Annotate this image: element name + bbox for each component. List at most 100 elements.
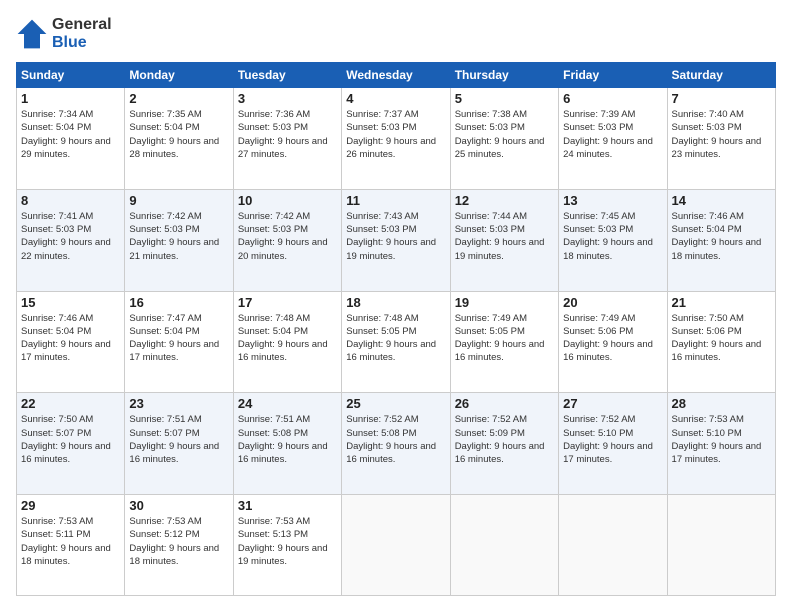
day-info: Sunrise: 7:49 AMSunset: 5:06 PMDaylight:… xyxy=(563,312,662,365)
day-info: Sunrise: 7:46 AMSunset: 5:04 PMDaylight:… xyxy=(21,312,120,365)
day-number: 22 xyxy=(21,396,120,411)
col-monday: Monday xyxy=(125,63,233,88)
table-cell: 28 Sunrise: 7:53 AMSunset: 5:10 PMDaylig… xyxy=(667,393,775,495)
calendar-table: Sunday Monday Tuesday Wednesday Thursday… xyxy=(16,62,776,596)
day-number: 18 xyxy=(346,295,445,310)
day-number: 2 xyxy=(129,91,228,106)
day-number: 17 xyxy=(238,295,337,310)
day-info: Sunrise: 7:36 AMSunset: 5:03 PMDaylight:… xyxy=(238,108,337,161)
day-info: Sunrise: 7:52 AMSunset: 5:09 PMDaylight:… xyxy=(455,413,554,466)
table-cell: 14 Sunrise: 7:46 AMSunset: 5:04 PMDaylig… xyxy=(667,189,775,291)
day-info: Sunrise: 7:53 AMSunset: 5:10 PMDaylight:… xyxy=(672,413,771,466)
day-info: Sunrise: 7:47 AMSunset: 5:04 PMDaylight:… xyxy=(129,312,228,365)
day-number: 14 xyxy=(672,193,771,208)
col-friday: Friday xyxy=(559,63,667,88)
table-cell: 2 Sunrise: 7:35 AMSunset: 5:04 PMDayligh… xyxy=(125,88,233,190)
day-number: 26 xyxy=(455,396,554,411)
table-cell: 29 Sunrise: 7:53 AMSunset: 5:11 PMDaylig… xyxy=(17,495,125,596)
day-info: Sunrise: 7:39 AMSunset: 5:03 PMDaylight:… xyxy=(563,108,662,161)
day-info: Sunrise: 7:53 AMSunset: 5:13 PMDaylight:… xyxy=(238,515,337,568)
col-wednesday: Wednesday xyxy=(342,63,450,88)
day-info: Sunrise: 7:51 AMSunset: 5:08 PMDaylight:… xyxy=(238,413,337,466)
day-info: Sunrise: 7:38 AMSunset: 5:03 PMDaylight:… xyxy=(455,108,554,161)
day-number: 6 xyxy=(563,91,662,106)
calendar-header-row: Sunday Monday Tuesday Wednesday Thursday… xyxy=(17,63,776,88)
logo: General Blue xyxy=(16,16,112,52)
day-number: 10 xyxy=(238,193,337,208)
day-number: 28 xyxy=(672,396,771,411)
table-cell: 10 Sunrise: 7:42 AMSunset: 5:03 PMDaylig… xyxy=(233,189,341,291)
table-cell: 17 Sunrise: 7:48 AMSunset: 5:04 PMDaylig… xyxy=(233,291,341,393)
day-info: Sunrise: 7:40 AMSunset: 5:03 PMDaylight:… xyxy=(672,108,771,161)
day-number: 4 xyxy=(346,91,445,106)
table-cell: 23 Sunrise: 7:51 AMSunset: 5:07 PMDaylig… xyxy=(125,393,233,495)
day-info: Sunrise: 7:41 AMSunset: 5:03 PMDaylight:… xyxy=(21,210,120,263)
day-info: Sunrise: 7:52 AMSunset: 5:10 PMDaylight:… xyxy=(563,413,662,466)
day-info: Sunrise: 7:34 AMSunset: 5:04 PMDaylight:… xyxy=(21,108,120,161)
logo-icon xyxy=(16,18,48,50)
day-info: Sunrise: 7:53 AMSunset: 5:12 PMDaylight:… xyxy=(129,515,228,568)
day-info: Sunrise: 7:50 AMSunset: 5:06 PMDaylight:… xyxy=(672,312,771,365)
day-number: 31 xyxy=(238,498,337,513)
day-info: Sunrise: 7:49 AMSunset: 5:05 PMDaylight:… xyxy=(455,312,554,365)
table-cell: 27 Sunrise: 7:52 AMSunset: 5:10 PMDaylig… xyxy=(559,393,667,495)
day-number: 12 xyxy=(455,193,554,208)
table-cell: 15 Sunrise: 7:46 AMSunset: 5:04 PMDaylig… xyxy=(17,291,125,393)
day-number: 25 xyxy=(346,396,445,411)
day-number: 13 xyxy=(563,193,662,208)
day-info: Sunrise: 7:43 AMSunset: 5:03 PMDaylight:… xyxy=(346,210,445,263)
day-number: 1 xyxy=(21,91,120,106)
table-cell: 3 Sunrise: 7:36 AMSunset: 5:03 PMDayligh… xyxy=(233,88,341,190)
day-number: 3 xyxy=(238,91,337,106)
day-info: Sunrise: 7:51 AMSunset: 5:07 PMDaylight:… xyxy=(129,413,228,466)
table-cell xyxy=(559,495,667,596)
table-cell: 31 Sunrise: 7:53 AMSunset: 5:13 PMDaylig… xyxy=(233,495,341,596)
day-info: Sunrise: 7:52 AMSunset: 5:08 PMDaylight:… xyxy=(346,413,445,466)
table-cell: 7 Sunrise: 7:40 AMSunset: 5:03 PMDayligh… xyxy=(667,88,775,190)
day-number: 19 xyxy=(455,295,554,310)
day-info: Sunrise: 7:45 AMSunset: 5:03 PMDaylight:… xyxy=(563,210,662,263)
table-cell xyxy=(342,495,450,596)
day-number: 21 xyxy=(672,295,771,310)
day-info: Sunrise: 7:46 AMSunset: 5:04 PMDaylight:… xyxy=(672,210,771,263)
day-info: Sunrise: 7:42 AMSunset: 5:03 PMDaylight:… xyxy=(238,210,337,263)
table-cell: 13 Sunrise: 7:45 AMSunset: 5:03 PMDaylig… xyxy=(559,189,667,291)
day-number: 7 xyxy=(672,91,771,106)
table-cell: 18 Sunrise: 7:48 AMSunset: 5:05 PMDaylig… xyxy=(342,291,450,393)
table-cell: 19 Sunrise: 7:49 AMSunset: 5:05 PMDaylig… xyxy=(450,291,558,393)
day-number: 30 xyxy=(129,498,228,513)
header: General Blue xyxy=(16,16,776,52)
day-info: Sunrise: 7:48 AMSunset: 5:05 PMDaylight:… xyxy=(346,312,445,365)
day-info: Sunrise: 7:35 AMSunset: 5:04 PMDaylight:… xyxy=(129,108,228,161)
table-cell: 20 Sunrise: 7:49 AMSunset: 5:06 PMDaylig… xyxy=(559,291,667,393)
table-cell: 12 Sunrise: 7:44 AMSunset: 5:03 PMDaylig… xyxy=(450,189,558,291)
day-info: Sunrise: 7:44 AMSunset: 5:03 PMDaylight:… xyxy=(455,210,554,263)
table-cell: 5 Sunrise: 7:38 AMSunset: 5:03 PMDayligh… xyxy=(450,88,558,190)
table-cell: 1 Sunrise: 7:34 AMSunset: 5:04 PMDayligh… xyxy=(17,88,125,190)
table-cell: 21 Sunrise: 7:50 AMSunset: 5:06 PMDaylig… xyxy=(667,291,775,393)
table-cell: 22 Sunrise: 7:50 AMSunset: 5:07 PMDaylig… xyxy=(17,393,125,495)
table-cell: 25 Sunrise: 7:52 AMSunset: 5:08 PMDaylig… xyxy=(342,393,450,495)
day-number: 23 xyxy=(129,396,228,411)
day-number: 15 xyxy=(21,295,120,310)
day-info: Sunrise: 7:37 AMSunset: 5:03 PMDaylight:… xyxy=(346,108,445,161)
table-cell: 11 Sunrise: 7:43 AMSunset: 5:03 PMDaylig… xyxy=(342,189,450,291)
day-number: 20 xyxy=(563,295,662,310)
col-sunday: Sunday xyxy=(17,63,125,88)
day-number: 29 xyxy=(21,498,120,513)
col-tuesday: Tuesday xyxy=(233,63,341,88)
day-info: Sunrise: 7:48 AMSunset: 5:04 PMDaylight:… xyxy=(238,312,337,365)
table-cell: 6 Sunrise: 7:39 AMSunset: 5:03 PMDayligh… xyxy=(559,88,667,190)
day-info: Sunrise: 7:42 AMSunset: 5:03 PMDaylight:… xyxy=(129,210,228,263)
day-number: 5 xyxy=(455,91,554,106)
logo-text: General Blue xyxy=(52,16,112,52)
page: General Blue Sunday Monday Tuesday Wedne… xyxy=(0,0,792,612)
day-number: 16 xyxy=(129,295,228,310)
table-cell xyxy=(450,495,558,596)
day-number: 24 xyxy=(238,396,337,411)
table-cell: 26 Sunrise: 7:52 AMSunset: 5:09 PMDaylig… xyxy=(450,393,558,495)
table-cell: 16 Sunrise: 7:47 AMSunset: 5:04 PMDaylig… xyxy=(125,291,233,393)
table-cell: 8 Sunrise: 7:41 AMSunset: 5:03 PMDayligh… xyxy=(17,189,125,291)
table-cell: 24 Sunrise: 7:51 AMSunset: 5:08 PMDaylig… xyxy=(233,393,341,495)
day-number: 11 xyxy=(346,193,445,208)
